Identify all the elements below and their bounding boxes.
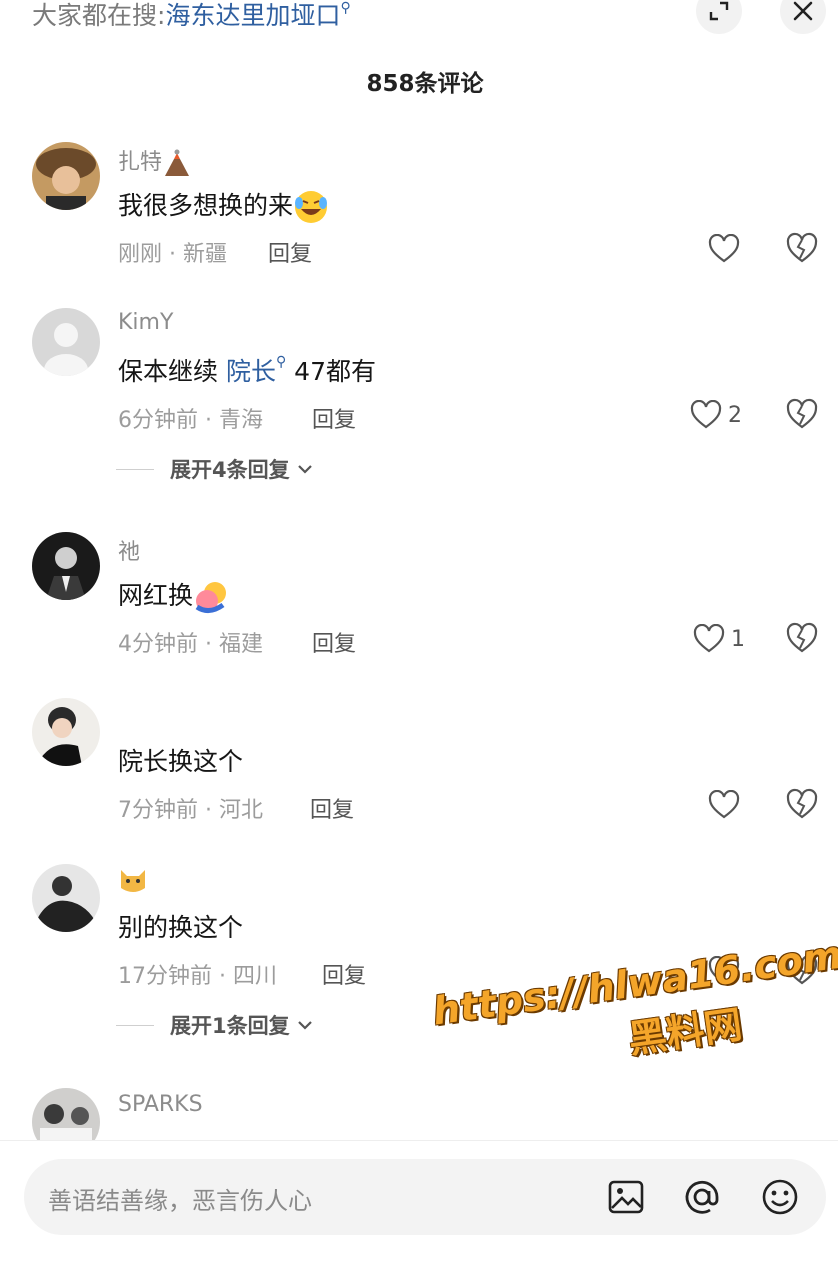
hug-emoji-icon [195, 582, 227, 613]
top-bar: 大家都在搜:海东达里加垭口⚲ [0, 0, 838, 40]
comment-text: 院长换这个 [118, 747, 244, 776]
expand-button[interactable] [696, 0, 742, 34]
volcano-icon [165, 149, 190, 176]
comment-input-area: 善语结善缘，恶言伤人心 [0, 1140, 838, 1280]
reply-button[interactable]: 回复 [312, 402, 356, 434]
emoji-button[interactable] [760, 1177, 800, 1217]
reply-button[interactable]: 回复 [312, 626, 356, 658]
expand-replies-button[interactable]: 展开4条回复 [116, 454, 314, 484]
comment-username[interactable]: 祂 [118, 534, 140, 566]
search-suggestion[interactable]: 大家都在搜:海东达里加垭口⚲ [32, 0, 351, 32]
broken-heart-icon [786, 622, 818, 653]
heart-icon [708, 790, 740, 819]
mention-button[interactable] [682, 1177, 722, 1217]
comment-input-placeholder: 善语结善缘，恶言伤人心 [48, 1187, 312, 1215]
like-button[interactable]: 2 [690, 398, 742, 432]
comment-search-link[interactable]: 院长 [226, 357, 276, 386]
avatar[interactable] [32, 308, 100, 376]
broken-heart-icon [786, 232, 818, 263]
close-icon [793, 1, 813, 21]
comment-username[interactable] [118, 866, 148, 894]
comment-meta: 4分钟前 · 福建 [118, 632, 263, 657]
at-sign-icon [685, 1180, 719, 1214]
avatar[interactable] [32, 698, 100, 766]
dislike-button[interactable] [785, 398, 819, 432]
comment-meta: 6分钟前 · 青海 [118, 408, 263, 433]
image-button[interactable] [606, 1177, 646, 1217]
comment-text: 保本继续 院长⚲ 47都有 [118, 354, 376, 386]
broken-heart-icon [786, 398, 818, 429]
heart-icon [708, 234, 740, 263]
divider-line [116, 468, 154, 470]
comment-text: 网红换 [118, 576, 231, 615]
comment-username[interactable]: 扎特 [118, 144, 192, 177]
reply-button[interactable]: 回复 [268, 236, 312, 268]
search-suggestion-prefix: 大家都在搜: [32, 1, 166, 30]
close-button[interactable] [780, 0, 826, 34]
search-suggestion-keyword[interactable]: 海东达里加垭口 [165, 1, 340, 30]
expand-replies-button[interactable]: 展开1条回复 [116, 1010, 314, 1040]
like-count: 2 [728, 402, 742, 428]
comment-meta: 17分钟前 · 四川 [118, 964, 277, 989]
rofl-emoji-icon [295, 191, 328, 223]
comment-username[interactable]: KimY [118, 310, 173, 335]
chevron-down-icon [297, 465, 312, 474]
comment-count-title: 858条评论 [366, 71, 484, 97]
smiley-icon [762, 1179, 798, 1215]
comment-meta: 7分钟前 · 河北 [118, 798, 263, 823]
search-small-icon: ⚲ [340, 0, 351, 16]
dislike-button[interactable] [785, 622, 819, 656]
watermark: https://hlwa16.com 黑料网 [430, 933, 838, 1118]
reply-button[interactable]: 回复 [310, 792, 354, 824]
avatar[interactable] [32, 864, 100, 932]
like-button[interactable] [708, 232, 740, 266]
reply-button[interactable]: 回复 [322, 958, 366, 990]
like-count: 1 [731, 626, 745, 652]
comment-username[interactable]: SPARKS [118, 1092, 203, 1117]
search-small-icon: ⚲ [275, 354, 287, 370]
image-icon [608, 1180, 644, 1214]
comment-input[interactable]: 善语结善缘，恶言伤人心 [24, 1159, 826, 1235]
like-button[interactable] [708, 788, 740, 822]
avatar[interactable] [32, 532, 100, 600]
dislike-button[interactable] [785, 232, 819, 266]
dislike-button[interactable] [785, 788, 819, 822]
heart-icon [693, 624, 725, 653]
comment-text: 别的换这个 [118, 913, 244, 942]
expand-replies-label: 展开4条回复 [170, 458, 290, 482]
cat-emoji-icon [121, 870, 145, 892]
comment-meta: 刚刚 · 新疆 [118, 242, 227, 267]
expand-replies-label: 展开1条回复 [170, 1014, 290, 1038]
avatar[interactable] [32, 142, 100, 210]
broken-heart-icon [786, 788, 818, 819]
chevron-down-icon [297, 1021, 312, 1030]
divider-line [116, 1024, 154, 1026]
comment-text: 我很多想换的来 [118, 186, 329, 225]
expand-icon [709, 1, 729, 21]
like-button[interactable]: 1 [693, 622, 745, 656]
heart-icon [690, 400, 722, 429]
